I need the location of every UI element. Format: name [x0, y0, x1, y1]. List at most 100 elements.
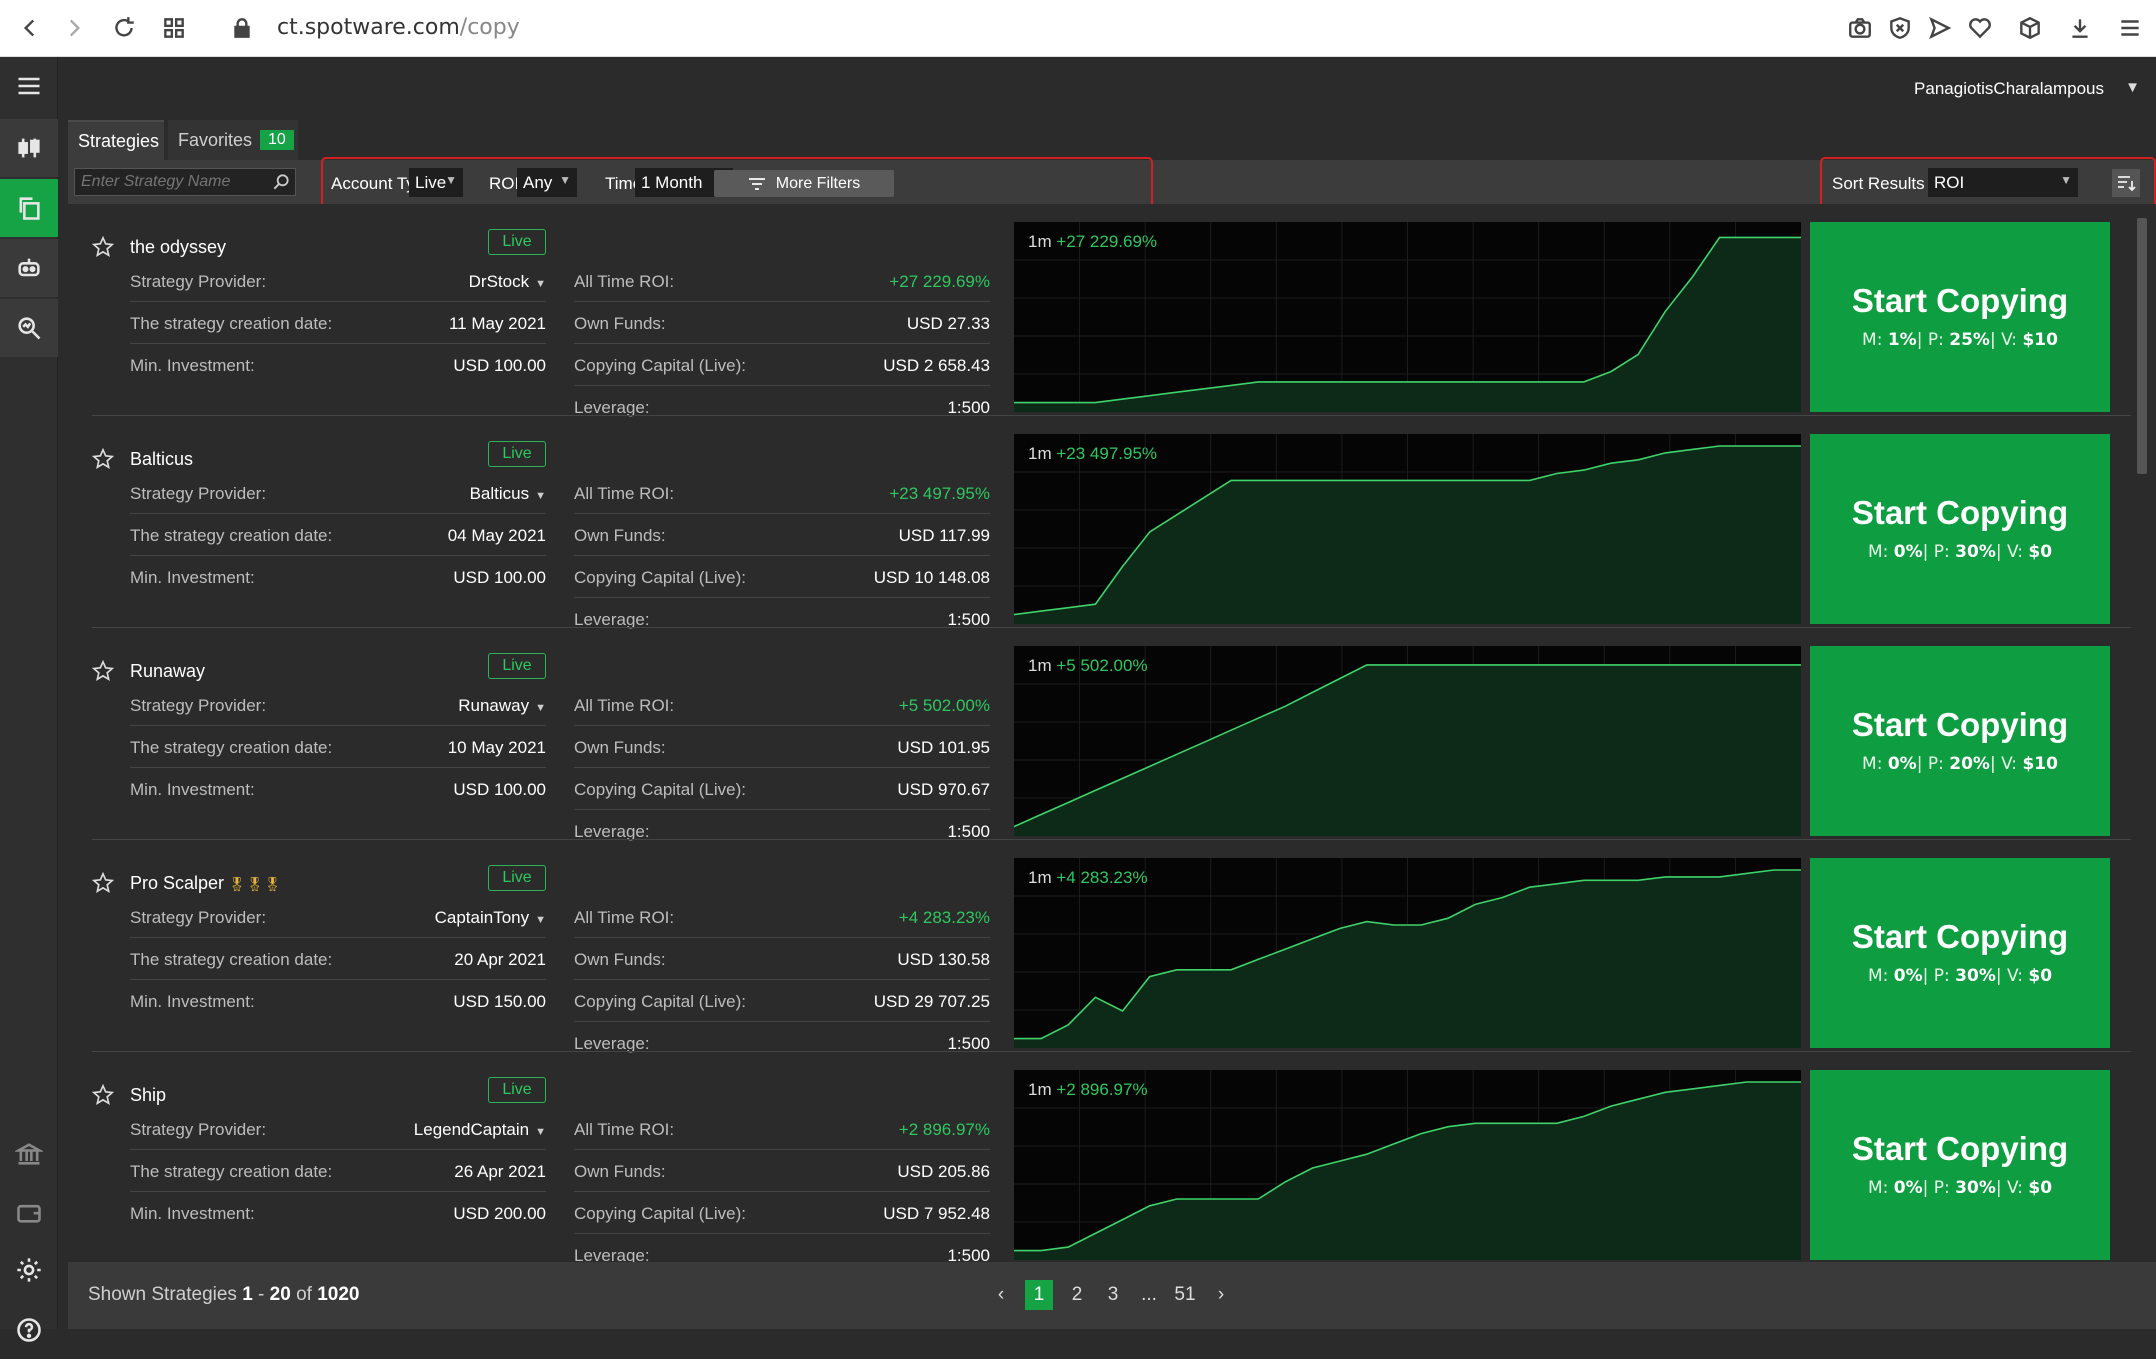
- min-investment-label: Min. Investment:: [130, 780, 255, 799]
- automate-robot-icon[interactable]: [0, 239, 58, 297]
- tabs-grid-icon[interactable]: [160, 14, 188, 42]
- page-51[interactable]: 51: [1167, 1280, 1203, 1310]
- page-2[interactable]: 2: [1059, 1280, 1095, 1310]
- send-icon[interactable]: [1926, 14, 1954, 42]
- account-type-select[interactable]: Live ▼: [409, 168, 463, 197]
- strategy-name[interactable]: Pro Scalper 🎖🎖🎖: [130, 873, 281, 894]
- equity-chart[interactable]: 1m +5 502.00%: [1014, 646, 1801, 836]
- provider-row: Strategy Provider: LegendCaptain ▼: [130, 1108, 546, 1150]
- shield-icon[interactable]: [1886, 14, 1914, 42]
- strategy-name[interactable]: Runaway: [130, 661, 209, 682]
- equity-chart[interactable]: 1m +4 283.23%: [1014, 858, 1801, 1048]
- equity-chart[interactable]: 1m +2 896.97%: [1014, 1070, 1801, 1260]
- provider-value[interactable]: Runaway ▼: [458, 696, 546, 716]
- next-page-icon[interactable]: ›: [1203, 1280, 1239, 1310]
- start-copying-button[interactable]: Start Copying M: 0%| P: 20%| V: $10: [1810, 646, 2110, 836]
- equity-area: [1014, 664, 1801, 836]
- filter-icon: [748, 177, 765, 190]
- equity-chart[interactable]: 1m +27 229.69%: [1014, 222, 1801, 412]
- strategy-row: Runaway Live Strategy Provider: Runaway ▼ …: [68, 628, 2131, 841]
- chart-roi: +27 229.69%: [1056, 232, 1158, 251]
- roi-row: All Time ROI: +4 283.23%: [574, 896, 990, 938]
- page-3[interactable]: 3: [1095, 1280, 1131, 1310]
- provider-value[interactable]: Balticus ▼: [470, 484, 546, 504]
- back-icon[interactable]: [16, 14, 44, 42]
- strategy-name[interactable]: Ship: [130, 1085, 170, 1106]
- tab-strategies[interactable]: Strategies: [68, 120, 164, 160]
- shown-strategies-text: Shown Strategies 1 - 20 of 1020: [88, 1284, 360, 1305]
- bank-icon[interactable]: [0, 1125, 58, 1183]
- roi-row: All Time ROI: +5 502.00%: [574, 684, 990, 726]
- provider-value[interactable]: LegendCaptain ▼: [414, 1120, 546, 1140]
- start-copying-label: Start Copying: [1851, 282, 2069, 319]
- tab-label: Strategies: [78, 130, 160, 151]
- cube-icon[interactable]: [2016, 14, 2044, 42]
- equity-chart[interactable]: 1m +23 497.95%: [1014, 434, 1801, 624]
- live-badge: Live: [488, 441, 546, 467]
- page-ellipsis: ...: [1141, 1284, 1157, 1305]
- heart-icon[interactable]: [1966, 14, 1994, 42]
- start-copying-label: Start Copying: [1851, 494, 2069, 531]
- trade-icon[interactable]: [0, 119, 58, 177]
- chevron-down-icon[interactable]: ▼: [2125, 79, 2140, 96]
- star-icon[interactable]: [91, 659, 115, 682]
- chart-roi: +23 497.95%: [1056, 444, 1158, 463]
- download-icon[interactable]: [2066, 14, 2094, 42]
- min-investment-value: USD 200.00: [453, 1204, 546, 1223]
- chart-label: 1m +4 283.23%: [1028, 868, 1148, 888]
- scrollbar[interactable]: [2131, 204, 2156, 1262]
- copy-icon[interactable]: [0, 179, 58, 237]
- scroll-thumb[interactable]: [2137, 218, 2147, 474]
- leverage-row: Leverage: 1:500: [574, 598, 990, 629]
- provider-value[interactable]: DrStock ▼: [469, 272, 546, 292]
- reload-icon[interactable]: [110, 14, 138, 42]
- min-investment-value: USD 150.00: [453, 992, 546, 1011]
- page-1[interactable]: 1: [1025, 1280, 1053, 1310]
- star-icon[interactable]: [91, 235, 115, 258]
- strategy-name[interactable]: Balticus: [130, 449, 197, 470]
- range-from: 1: [242, 1284, 253, 1305]
- start-copying-button[interactable]: Start Copying M: 0%| P: 30%| V: $0: [1810, 1070, 2110, 1260]
- username[interactable]: PanagiotisCharalampous: [1914, 79, 2104, 99]
- menu-settings-icon[interactable]: [2116, 14, 2144, 42]
- tab-favorites[interactable]: Favorites 10: [168, 120, 298, 160]
- prev-page-icon[interactable]: ‹: [983, 1280, 1019, 1310]
- provider-name: DrStock: [468, 272, 530, 291]
- chart-label: 1m +5 502.00%: [1028, 656, 1148, 676]
- star-icon[interactable]: [91, 447, 115, 470]
- wallet-icon[interactable]: [0, 1183, 58, 1241]
- capital-row: Copying Capital (Live): USD 29 707.25: [574, 980, 990, 1022]
- chevron-down-icon: ▼: [535, 702, 546, 714]
- camera-icon[interactable]: [1846, 14, 1874, 42]
- star-icon[interactable]: [91, 871, 115, 894]
- more-filters-button[interactable]: More Filters: [714, 170, 894, 197]
- start-copying-button[interactable]: Start Copying M: 0%| P: 30%| V: $0: [1810, 434, 2110, 624]
- roi-select[interactable]: Any ▼: [517, 168, 577, 197]
- search-input[interactable]: [75, 169, 265, 195]
- chart-label: 1m +23 497.95%: [1028, 444, 1157, 464]
- chevron-down-icon: ▼: [535, 278, 546, 290]
- analyze-search-icon[interactable]: [0, 299, 58, 357]
- gear-icon[interactable]: [0, 1241, 58, 1299]
- roi-value: +5 502.00%: [898, 696, 990, 715]
- sort-select[interactable]: ROI ▼: [1928, 168, 2078, 197]
- address-bar[interactable]: ct.spotware.com/copy: [277, 15, 520, 40]
- hamburger-menu-icon[interactable]: [0, 57, 58, 115]
- start-copying-button[interactable]: Start Copying M: 1%| P: 25%| V: $10: [1810, 222, 2110, 412]
- search-icon[interactable]: [271, 172, 291, 192]
- sort-direction-button[interactable]: [2112, 169, 2140, 197]
- chart-label: 1m +27 229.69%: [1028, 232, 1157, 252]
- min-investment-row: Min. Investment: USD 100.00: [130, 768, 546, 810]
- provider-value[interactable]: CaptainTony ▼: [435, 908, 546, 928]
- capital-row: Copying Capital (Live): USD 10 148.08: [574, 556, 990, 598]
- provider-label: Strategy Provider:: [130, 696, 267, 715]
- strategy-name[interactable]: the odyssey: [130, 237, 230, 258]
- chevron-down-icon: ▼: [535, 490, 546, 502]
- start-copying-button[interactable]: Start Copying M: 0%| P: 30%| V: $0: [1810, 858, 2110, 1048]
- forward-icon[interactable]: [60, 14, 88, 42]
- fee-summary: M: 0%| P: 30%| V: $0: [1867, 966, 2053, 986]
- capital-row: Copying Capital (Live): USD 970.67: [574, 768, 990, 810]
- help-icon[interactable]: [0, 1301, 58, 1359]
- strategy-name-text: Ship: [130, 1085, 167, 1105]
- star-icon[interactable]: [91, 1083, 115, 1106]
